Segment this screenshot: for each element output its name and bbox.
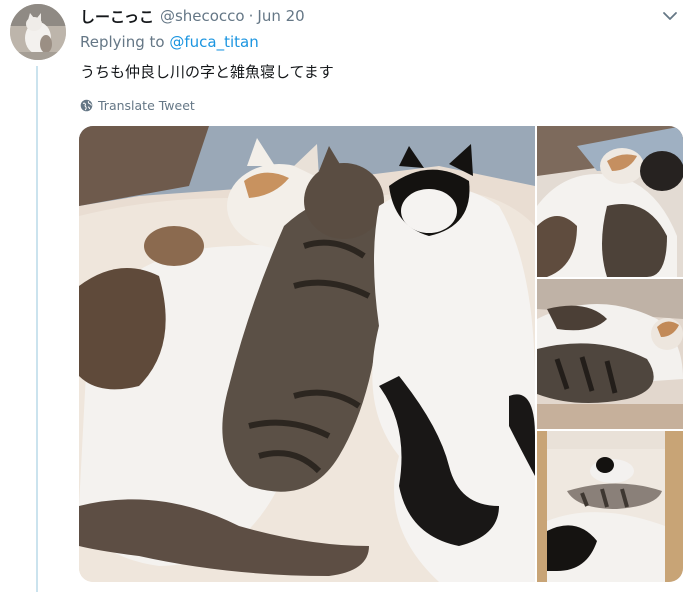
translate-tweet-button[interactable]: Translate Tweet bbox=[80, 96, 195, 114]
photo-2[interactable] bbox=[537, 126, 683, 277]
tweet-text: うちも仲良し川の字と雑魚寝してます bbox=[80, 63, 334, 81]
tweet-header: しーこっこ @shecocco · Jun 20 bbox=[80, 5, 305, 27]
replying-to: Replying to @fuca_titan bbox=[80, 33, 259, 51]
photo-main[interactable] bbox=[79, 126, 535, 582]
media-grid bbox=[79, 126, 683, 582]
tweet-date[interactable]: Jun 20 bbox=[257, 7, 304, 25]
chevron-down-icon[interactable] bbox=[660, 6, 680, 26]
thread-line bbox=[36, 66, 38, 592]
replying-prefix: Replying to bbox=[80, 33, 170, 51]
avatar[interactable] bbox=[10, 4, 66, 60]
photo-4[interactable] bbox=[537, 431, 683, 582]
translate-label: Translate Tweet bbox=[98, 97, 195, 113]
separator-dot: · bbox=[248, 7, 254, 25]
globe-icon bbox=[80, 99, 93, 111]
display-name[interactable]: しーこっこ bbox=[80, 6, 154, 27]
photo-3[interactable] bbox=[537, 279, 683, 429]
replying-to-mention-link[interactable]: @fuca_titan bbox=[169, 33, 258, 51]
user-handle[interactable]: @shecocco bbox=[160, 7, 245, 25]
